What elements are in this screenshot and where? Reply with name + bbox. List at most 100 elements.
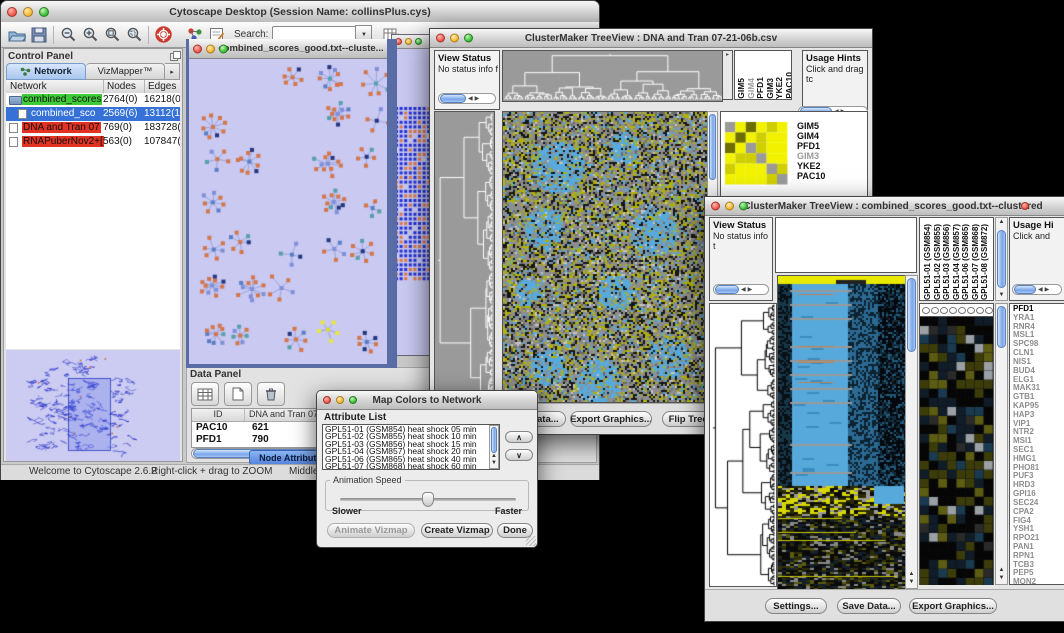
array-labels-vscrollbar[interactable]: ▲ ▼ [995, 217, 1008, 301]
move-down-button[interactable]: ∨ [505, 449, 533, 461]
array-label[interactable]: GPL51-01 (GSM854) [923, 224, 933, 300]
save-session-icon[interactable] [28, 25, 50, 45]
zoom-button[interactable] [39, 7, 49, 17]
animate-vizmap-button[interactable]: Animate Vizmap [327, 523, 415, 538]
view-status-scrollbar[interactable]: ◀ ▶ [438, 93, 496, 104]
heatmap-vscrollbar[interactable]: ▲ ▼ [905, 275, 918, 589]
help-lifering-icon[interactable] [152, 25, 174, 45]
tab-vizmapper[interactable]: VizMapper™ [86, 63, 165, 80]
array-label[interactable]: GPL51-08 (GSM872) [980, 224, 990, 300]
attribute-list-vscrollbar[interactable]: ▲ ▼ [489, 425, 499, 469]
treeview1-title-bar[interactable]: ClusterMaker TreeView : DNA and Tran 07-… [430, 29, 872, 48]
view-status-scrollbar[interactable]: ◀ ▶ [713, 284, 769, 295]
zoom-in-icon[interactable] [79, 25, 101, 45]
window-controls[interactable] [7, 7, 49, 17]
scroll-right-icon[interactable]: ▶ [475, 96, 480, 102]
attribute-table-icon[interactable] [191, 382, 219, 406]
delete-attribute-icon[interactable] [257, 382, 285, 406]
zoom-vscrollbar[interactable]: ▲ ▼ [995, 303, 1008, 585]
gene-label[interactable]: PFD1 [797, 141, 825, 151]
treeview2-title-bar[interactable]: ClusterMaker TreeView : combined_scores_… [705, 197, 1064, 216]
new-attribute-icon[interactable] [224, 382, 252, 406]
network-list-row[interactable]: combined_sco 2569(6) 13112(15) [6, 107, 180, 121]
dialog-title-bar[interactable]: Map Colors to Network [317, 391, 537, 410]
attribute-item[interactable]: GPL51-07 (GSM868) heat shock 60 min [323, 463, 499, 470]
scroll-left-icon[interactable]: ◀ [741, 287, 746, 293]
float-panel-icon[interactable] [168, 50, 182, 62]
scroll-thumb[interactable] [997, 230, 1006, 288]
network-list-row[interactable]: combined_scores 2764(0) 16218(0) [6, 93, 180, 107]
create-vizmap-button[interactable]: Create Vizmap [421, 523, 493, 538]
global-heatmap[interactable] [502, 111, 709, 403]
network-canvas[interactable] [189, 59, 387, 364]
scroll-up-icon[interactable]: ▲ [996, 219, 1007, 226]
tab-network[interactable]: Network [6, 63, 86, 80]
minimize-button[interactable] [23, 7, 33, 17]
zoom-button[interactable] [739, 202, 748, 211]
scroll-thumb[interactable] [997, 306, 1006, 348]
scroll-thumb[interactable] [715, 285, 739, 294]
scroll-down-icon[interactable]: ▼ [996, 292, 1007, 299]
gene-label[interactable]: GIM5 [797, 121, 825, 131]
tab-overflow-button[interactable]: ▸ [165, 63, 180, 80]
global-heatmap[interactable] [777, 275, 907, 591]
gene-label[interactable]: GIM4 [797, 131, 825, 141]
zoom-button[interactable] [464, 34, 473, 43]
close-button[interactable] [323, 396, 331, 404]
scroll-left-icon[interactable]: ◀ [1038, 287, 1043, 293]
array-label[interactable]: GPL51-03 (GSM856) [942, 224, 952, 300]
scroll-thumb[interactable] [440, 94, 466, 103]
main-title-bar[interactable]: Cytoscape Desktop (Session Name: collins… [1, 1, 599, 23]
minimize-button[interactable] [725, 202, 734, 211]
scroll-thumb[interactable] [907, 278, 916, 352]
minimize-button[interactable] [206, 44, 215, 53]
scroll-down-icon[interactable]: ▼ [490, 460, 498, 467]
close-button[interactable] [711, 202, 720, 211]
zoom-button[interactable] [219, 44, 228, 53]
scroll-up-icon[interactable]: ▲ [906, 571, 917, 578]
zoom-selected-icon[interactable] [123, 25, 145, 45]
zoom-heatmap[interactable] [724, 121, 788, 185]
export-graphics-button[interactable]: Export Graphics... [909, 598, 997, 614]
zoom-heatmap[interactable] [920, 317, 993, 585]
zoom-button[interactable] [349, 396, 357, 404]
close-button[interactable] [436, 34, 445, 43]
save-data-button[interactable]: Save Data... [837, 598, 901, 614]
scroll-thumb[interactable] [491, 427, 497, 453]
gene-label[interactable]: YKE2 [797, 161, 825, 171]
scroll-right-icon[interactable]: ▶ [748, 287, 753, 293]
close-button[interactable] [7, 7, 17, 17]
scroll-up-icon[interactable]: ▲ [996, 567, 1007, 574]
network-canvas-grid[interactable] [392, 49, 434, 355]
export-graphics-button[interactable]: Export Graphics... [570, 411, 652, 427]
network-window-title-bar[interactable]: combined_scores_good.txt--cluste... [189, 39, 387, 59]
column-dendrogram-area[interactable] [775, 217, 917, 273]
column-dendrogram[interactable] [502, 50, 723, 102]
array-label[interactable]: GPL51-07 (GSM868) [971, 224, 981, 300]
row-dendrogram[interactable] [434, 111, 495, 403]
array-label[interactable]: GPL51-02 (GSM855) [933, 224, 943, 300]
row-dendrogram[interactable] [709, 303, 777, 587]
attribute-listbox[interactable]: GPL51-01 (GSM854) heat shock 05 minGPL51… [322, 424, 500, 470]
network-overview-thumbnail[interactable] [6, 350, 180, 461]
minimize-button[interactable] [450, 34, 459, 43]
scroll-thumb[interactable] [709, 114, 716, 180]
scroll-left-icon[interactable]: ◀ [468, 96, 473, 102]
scroll-down-icon[interactable]: ▼ [996, 575, 1007, 582]
gene-label[interactable]: PAC10 [797, 171, 825, 181]
column-label[interactable]: PAC10 [785, 72, 792, 99]
minimize-button[interactable] [336, 396, 344, 404]
zoom-out-icon[interactable] [57, 25, 79, 45]
scroll-up-icon[interactable]: ▲ [490, 453, 498, 460]
gene-label[interactable]: MON2 [1013, 578, 1064, 585]
network-list-row[interactable]: DNA and Tran 07 769(0) 183728(0) [6, 121, 180, 135]
array-label[interactable]: GPL51-04 (GSM857) [952, 224, 962, 300]
scroll-down-icon[interactable]: ▼ [906, 579, 917, 586]
move-up-button[interactable]: ∧ [505, 431, 533, 443]
network-list-row[interactable]: RNAPuberNov2+[ 563(0) 107847(0) [6, 135, 180, 149]
resize-grip[interactable] [526, 536, 536, 546]
close-button[interactable] [193, 44, 202, 53]
scroll-thumb[interactable] [1014, 285, 1036, 294]
minimize-button[interactable] [405, 38, 412, 45]
open-session-icon[interactable] [6, 25, 28, 45]
